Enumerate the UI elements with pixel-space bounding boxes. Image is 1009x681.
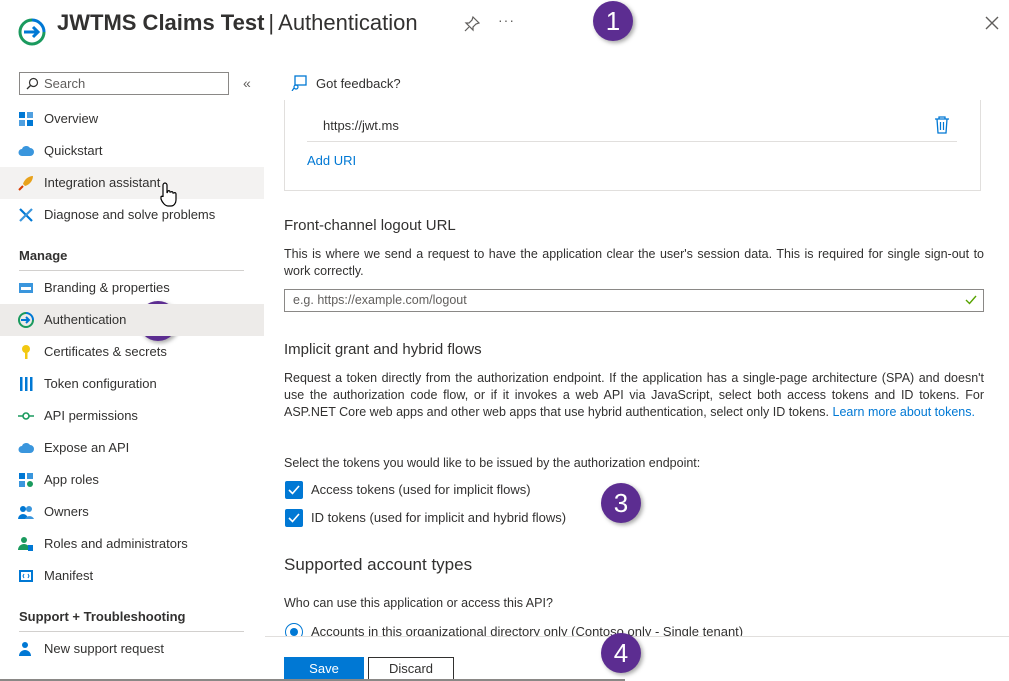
feedback-icon [291,75,307,91]
sidebar-item-label: Manifest [44,568,94,583]
api-permissions-icon [18,412,34,420]
search-icon [26,77,39,90]
sidebar-item-label: Integration assistant [44,175,161,190]
sidebar-item-quickstart[interactable]: Quickstart [0,135,264,167]
collapse-sidebar-icon[interactable]: « [243,75,251,91]
callout-badge-3: 3 [601,483,641,523]
id-tokens-checkbox[interactable] [285,509,303,527]
sidebar-item-label: Owners [44,504,89,519]
id-tokens-label[interactable]: ID tokens (used for implicit and hybrid … [311,510,566,525]
close-icon[interactable] [984,15,1000,31]
sidebar-item-label: Overview [44,111,99,126]
sidebar-item-new-support-request[interactable]: New support request [0,633,264,665]
account-types-heading: Supported account types [284,555,473,574]
quickstart-cloud-icon [18,145,34,156]
sidebar-item-label: Roles and administrators [44,536,188,551]
save-button[interactable]: Save [284,657,364,681]
sidebar-item-token-configuration[interactable]: Token configuration [0,368,264,400]
valid-check-icon [965,295,977,305]
more-options-icon[interactable]: ··· [498,12,515,28]
authentication-icon [18,312,34,328]
redirect-uri-row: https://jwt.ms [307,110,957,142]
redirect-uri-value[interactable]: https://jwt.ms [323,118,399,133]
rocket-icon [18,176,33,191]
logout-url-input[interactable]: e.g. https://example.com/logout [284,289,984,312]
overview-grid-icon [19,112,33,126]
delete-icon[interactable] [934,116,950,134]
sidebar-item-roles-administrators[interactable]: Roles and administrators [0,528,264,560]
sidebar-item-label: API permissions [44,408,138,423]
sidebar-item-label: Token configuration [44,376,157,391]
implicit-grant-description: Request a token directly from the author… [284,371,984,419]
sidebar-item-label: Authentication [44,312,127,327]
callout-badge-4: 4 [601,633,641,673]
branding-icon [19,283,33,293]
key-icon [22,345,30,359]
discard-button[interactable]: Discard [368,657,454,681]
logout-url-heading: Front-channel logout URL [284,217,456,234]
sidebar-item-integration-assistant[interactable]: Integration assistant [0,167,264,199]
sidebar-item-label: App roles [44,472,99,487]
checkmark-icon [288,485,300,495]
sidebar-item-branding[interactable]: Branding & properties [0,272,264,304]
support-request-icon [19,642,31,656]
app-roles-icon [19,473,33,487]
learn-more-tokens-link[interactable]: Learn more about tokens. [833,405,975,419]
sidebar-item-owners[interactable]: Owners [0,496,264,528]
manifest-icon [19,570,33,582]
sidebar-item-expose-api[interactable]: Expose an API [0,432,264,464]
sidebar-item-manifest[interactable]: Manifest [0,560,264,592]
sidebar-item-label: Certificates & secrets [44,344,167,359]
access-tokens-checkbox[interactable] [285,481,303,499]
sidebar-item-certificates[interactable]: Certificates & secrets [0,336,264,368]
sidebar-item-label: Quickstart [44,143,103,158]
expose-api-cloud-icon [18,442,34,453]
sidebar-item-api-permissions[interactable]: API permissions [0,400,264,432]
sidebar-item-diagnose[interactable]: Diagnose and solve problems [0,199,264,231]
redirect-uri-panel: https://jwt.ms Add URI [284,100,981,191]
roles-admin-icon [18,537,33,551]
access-tokens-label[interactable]: Access tokens (used for implicit flows) [311,482,531,497]
owners-icon [18,506,34,519]
divider [19,631,244,632]
app-registration-icon [18,18,46,46]
callout-badge-1: 1 [593,1,633,41]
divider [19,270,244,271]
sidebar-item-label: Branding & properties [44,280,170,295]
pin-icon[interactable] [464,16,480,32]
checkmark-icon [288,513,300,523]
sidebar-item-overview[interactable]: Overview [0,103,264,135]
token-config-icon [20,377,33,391]
sidebar-item-label: Expose an API [44,440,130,455]
page-title: JWTMS Claims Test | Authentication [57,10,418,35]
sidebar-item-label: Diagnose and solve problems [44,207,216,222]
mouse-cursor-icon [160,182,177,207]
add-uri-link[interactable]: Add URI [307,153,356,168]
support-section-header: Support + Troubleshooting [19,609,244,632]
logout-url-description: This is where we send a request to have … [284,247,984,278]
token-select-prompt: Select the tokens you would like to be i… [284,456,701,470]
manage-section-header: Manage [19,248,244,271]
sidebar-item-app-roles[interactable]: App roles [0,464,264,496]
account-types-question: Who can use this application or access t… [284,596,553,610]
search-input[interactable]: Search [19,72,229,95]
sidebar-item-label: New support request [44,641,164,656]
wrench-icon [19,208,33,222]
sidebar-item-authentication[interactable]: Authentication [0,304,264,336]
implicit-grant-heading: Implicit grant and hybrid flows [284,341,482,358]
